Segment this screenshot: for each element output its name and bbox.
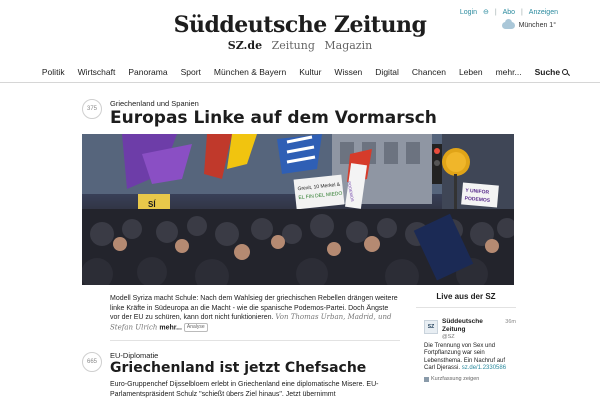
article-divider [110, 340, 400, 341]
article-teaser: Modell Syriza macht Schule: Nach dem Wah… [110, 294, 398, 332]
subnav-sz-de[interactable]: SZ.de [228, 39, 262, 52]
article-kicker[interactable]: Griechenland und Spanien [110, 99, 199, 108]
subnav-magazin[interactable]: Magazin [324, 39, 372, 52]
nav-item-mehr[interactable]: mehr... [496, 67, 522, 77]
search-button[interactable]: Suche [535, 67, 569, 77]
live-title: Live aus der SZ [416, 292, 516, 308]
summary-icon [424, 377, 429, 383]
nav-item-politik[interactable]: Politik [42, 67, 65, 77]
summary-label: Kurzfassung zeigen [431, 376, 480, 382]
read-more-link[interactable]: mehr... [159, 324, 182, 331]
sub-navigation: SZ.de Zeitung Magazin [0, 39, 600, 52]
article-headline[interactable]: Griechenland ist jetzt Chefsache [110, 360, 366, 376]
sign-text: SÍ [148, 200, 156, 209]
article-kicker[interactable]: EU-Diplomatie [110, 351, 158, 360]
nav-item-wirtschaft[interactable]: Wirtschaft [78, 67, 116, 77]
nav-item-leben[interactable]: Leben [459, 67, 483, 77]
comment-counter[interactable]: 375 [82, 99, 102, 119]
article-photo[interactable]: Grexit, 10 Merkel & EL FIN DEL MIEDO SÍ … [82, 134, 514, 285]
site-logo[interactable]: Süddeutsche Zeitung [0, 12, 600, 38]
tweet-handle[interactable]: @SZ [442, 334, 455, 342]
nav-item-digital[interactable]: Digital [375, 67, 399, 77]
nav-item-sport[interactable]: Sport [181, 67, 201, 77]
nav-item-panorama[interactable]: Panorama [128, 67, 167, 77]
nav-item-muenchen-bayern[interactable]: München & Bayern [214, 67, 286, 77]
main-navigation: Politik Wirtschaft Panorama Sport Münche… [0, 61, 600, 83]
protest-crowd-image: Grexit, 10 Merkel & EL FIN DEL MIEDO SÍ … [82, 134, 514, 285]
tweet-author[interactable]: Süddeutsche Zeitung [442, 318, 498, 333]
summary-toggle[interactable]: Kurzfassung zeigen [424, 376, 479, 384]
search-label: Suche [534, 67, 561, 77]
comment-counter[interactable]: 665 [82, 352, 102, 372]
avatar[interactable]: SZ [424, 320, 438, 334]
tweet-time[interactable]: 36m [505, 319, 516, 327]
nav-item-wissen[interactable]: Wissen [334, 67, 362, 77]
search-icon [562, 69, 569, 75]
nav-item-kultur[interactable]: Kultur [299, 67, 321, 77]
live-sidebar: Live aus der SZ SZ Süddeutsche Zeitung @… [416, 292, 516, 383]
article-headline[interactable]: Europas Linke auf dem Vormarsch [110, 108, 437, 128]
tweet-link[interactable]: sz.de/1.2330586 [462, 365, 506, 371]
analysis-badge[interactable]: Analyse [183, 322, 208, 332]
nav-item-chancen[interactable]: Chancen [412, 67, 446, 77]
subnav-zeitung[interactable]: Zeitung [272, 39, 315, 52]
tweet-body: Die Trennung von Sex und Fortpflanzung w… [424, 343, 516, 372]
article-teaser: Euro-Gruppenchef Dijsselbloem erlebt in … [110, 381, 379, 398]
